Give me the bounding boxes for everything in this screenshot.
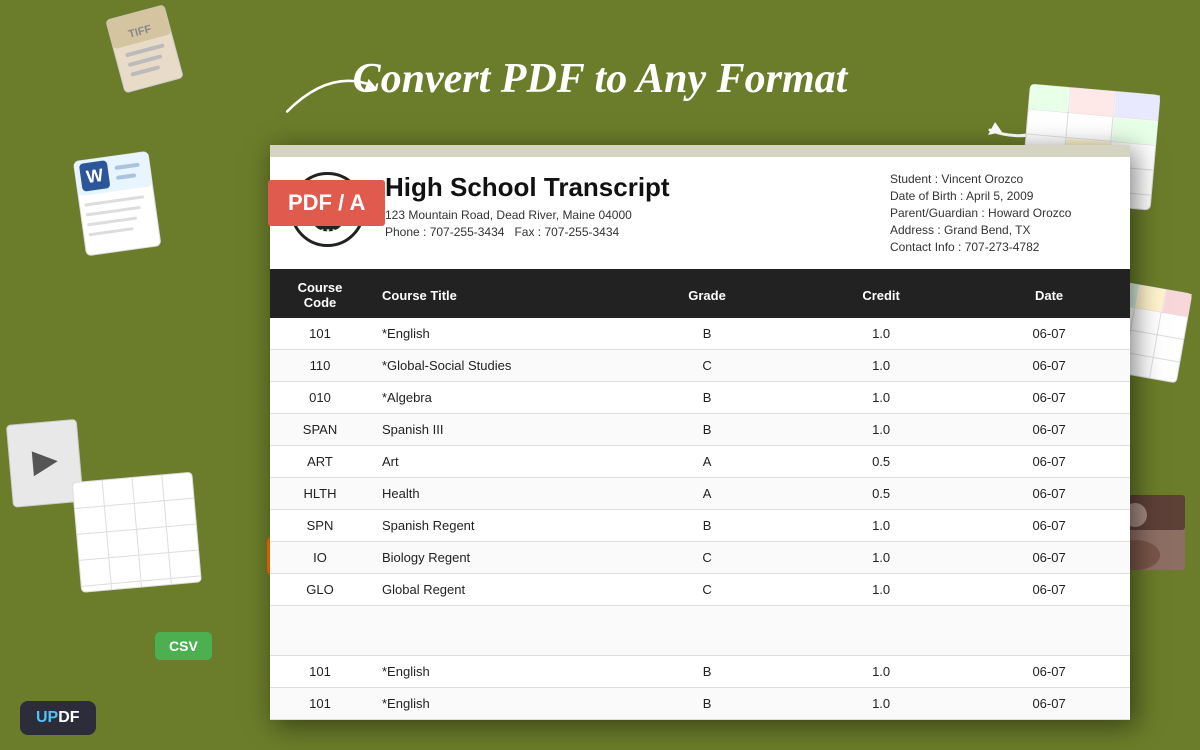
cell-grade: A — [620, 478, 794, 510]
cell-title: Biology Regent — [370, 542, 620, 574]
doc-header: ★ ★ ★ High School Transcript 123 Mountai… — [270, 157, 1130, 272]
cell-date: 06-07 — [968, 656, 1130, 688]
cell-title: *Global-Social Studies — [370, 350, 620, 382]
cell-date: 06-07 — [968, 318, 1130, 350]
updf-logo: UPDF — [20, 701, 96, 735]
col-header-date: Date — [968, 272, 1130, 318]
cell-grade: B — [620, 382, 794, 414]
word-file-icon: W — [68, 144, 182, 267]
cell-date: 06-07 — [968, 688, 1130, 720]
student-dob: Date of Birth : April 5, 2009 — [890, 189, 1110, 203]
cell-credit: 1.0 — [794, 656, 968, 688]
cell-code: 010 — [270, 382, 370, 414]
cell-date: 06-07 — [968, 350, 1130, 382]
col-header-title: Course Title — [370, 272, 620, 318]
cell-code: 101 — [270, 656, 370, 688]
table-spacer-row — [270, 606, 1130, 656]
video-file-icon — [4, 417, 92, 514]
table-row: 010 *Algebra B 1.0 06-07 — [270, 382, 1130, 414]
table-row: 101 *English B 1.0 06-07 — [270, 656, 1130, 688]
cell-grade: C — [620, 542, 794, 574]
cell-code: GLO — [270, 574, 370, 606]
cell-title: *English — [370, 656, 620, 688]
svg-text:W: W — [85, 165, 105, 187]
cell-date: 06-07 — [968, 574, 1130, 606]
svg-text:★ ★ ★: ★ ★ ★ — [319, 228, 336, 234]
cell-grade: B — [620, 510, 794, 542]
cell-grade: C — [620, 574, 794, 606]
main-heading: Convert PDF to Any Format — [0, 55, 1200, 103]
cell-credit: 1.0 — [794, 542, 968, 574]
document-container: ★ ★ ★ High School Transcript 123 Mountai… — [270, 145, 1130, 720]
cell-code: 101 — [270, 688, 370, 720]
table-row: IO Biology Regent C 1.0 06-07 — [270, 542, 1130, 574]
table-row: HLTH Health A 0.5 06-07 — [270, 478, 1130, 510]
col-header-code: Course Code — [270, 272, 370, 318]
pdf-badge: PDF / A — [268, 180, 385, 226]
table-row: 101 *English B 1.0 06-07 — [270, 318, 1130, 350]
table-row: 110 *Global-Social Studies C 1.0 06-07 — [270, 350, 1130, 382]
cell-grade: B — [620, 688, 794, 720]
student-name: Student : Vincent Orozco — [890, 172, 1110, 186]
cell-title: *Algebra — [370, 382, 620, 414]
doc-student-info: Student : Vincent Orozco Date of Birth :… — [890, 172, 1110, 254]
cell-title: Art — [370, 446, 620, 478]
cell-title: *English — [370, 688, 620, 720]
cell-date: 06-07 — [968, 478, 1130, 510]
cell-date: 06-07 — [968, 414, 1130, 446]
cell-code: SPAN — [270, 414, 370, 446]
cell-code: 101 — [270, 318, 370, 350]
transcript-table: Course Code Course Title Grade Credit Da… — [270, 272, 1130, 720]
cell-credit: 1.0 — [794, 510, 968, 542]
student-contact: Contact Info : 707-273-4782 — [890, 240, 1110, 254]
col-header-credit: Credit — [794, 272, 968, 318]
cell-credit: 1.0 — [794, 414, 968, 446]
cell-credit: 1.0 — [794, 318, 968, 350]
cell-credit: 0.5 — [794, 478, 968, 510]
table-header-row: Course Code Course Title Grade Credit Da… — [270, 272, 1130, 318]
doc-address: 123 Mountain Road, Dead River, Maine 040… — [385, 208, 870, 222]
cell-date: 06-07 — [968, 382, 1130, 414]
cell-code: SPN — [270, 510, 370, 542]
cell-grade: B — [620, 318, 794, 350]
table-row: SPAN Spanish III B 1.0 06-07 — [270, 414, 1130, 446]
table-row: ART Art A 0.5 06-07 — [270, 446, 1130, 478]
doc-title-section: High School Transcript 123 Mountain Road… — [385, 172, 870, 254]
cell-credit: 1.0 — [794, 382, 968, 414]
student-guardian: Parent/Guardian : Howard Orozco — [890, 206, 1110, 220]
cell-grade: A — [620, 446, 794, 478]
cell-code: HLTH — [270, 478, 370, 510]
cell-credit: 1.0 — [794, 350, 968, 382]
cell-grade: B — [620, 656, 794, 688]
svg-text:TIFF: TIFF — [127, 23, 153, 41]
doc-phone-fax: Phone : 707-255-3434 Fax : 707-255-3434 — [385, 225, 870, 239]
cell-credit: 1.0 — [794, 688, 968, 720]
table-row: GLO Global Regent C 1.0 06-07 — [270, 574, 1130, 606]
csv-badge: CSV — [155, 632, 212, 660]
cell-grade: C — [620, 350, 794, 382]
cell-code: ART — [270, 446, 370, 478]
cell-title: Health — [370, 478, 620, 510]
cell-date: 06-07 — [968, 446, 1130, 478]
cell-code: 110 — [270, 350, 370, 382]
cell-title: Spanish Regent — [370, 510, 620, 542]
col-header-grade: Grade — [620, 272, 794, 318]
cell-title: *English — [370, 318, 620, 350]
table-row: SPN Spanish Regent B 1.0 06-07 — [270, 510, 1130, 542]
cell-date: 06-07 — [968, 510, 1130, 542]
student-address: Address : Grand Bend, TX — [890, 223, 1110, 237]
doc-title: High School Transcript — [385, 172, 870, 203]
cell-date: 06-07 — [968, 542, 1130, 574]
cell-title: Spanish III — [370, 414, 620, 446]
cell-code: IO — [270, 542, 370, 574]
table-row: 101 *English B 1.0 06-07 — [270, 688, 1130, 720]
grid-file-bottom-left — [70, 470, 210, 601]
cell-title: Global Regent — [370, 574, 620, 606]
cell-credit: 1.0 — [794, 574, 968, 606]
cell-credit: 0.5 — [794, 446, 968, 478]
cell-grade: B — [620, 414, 794, 446]
